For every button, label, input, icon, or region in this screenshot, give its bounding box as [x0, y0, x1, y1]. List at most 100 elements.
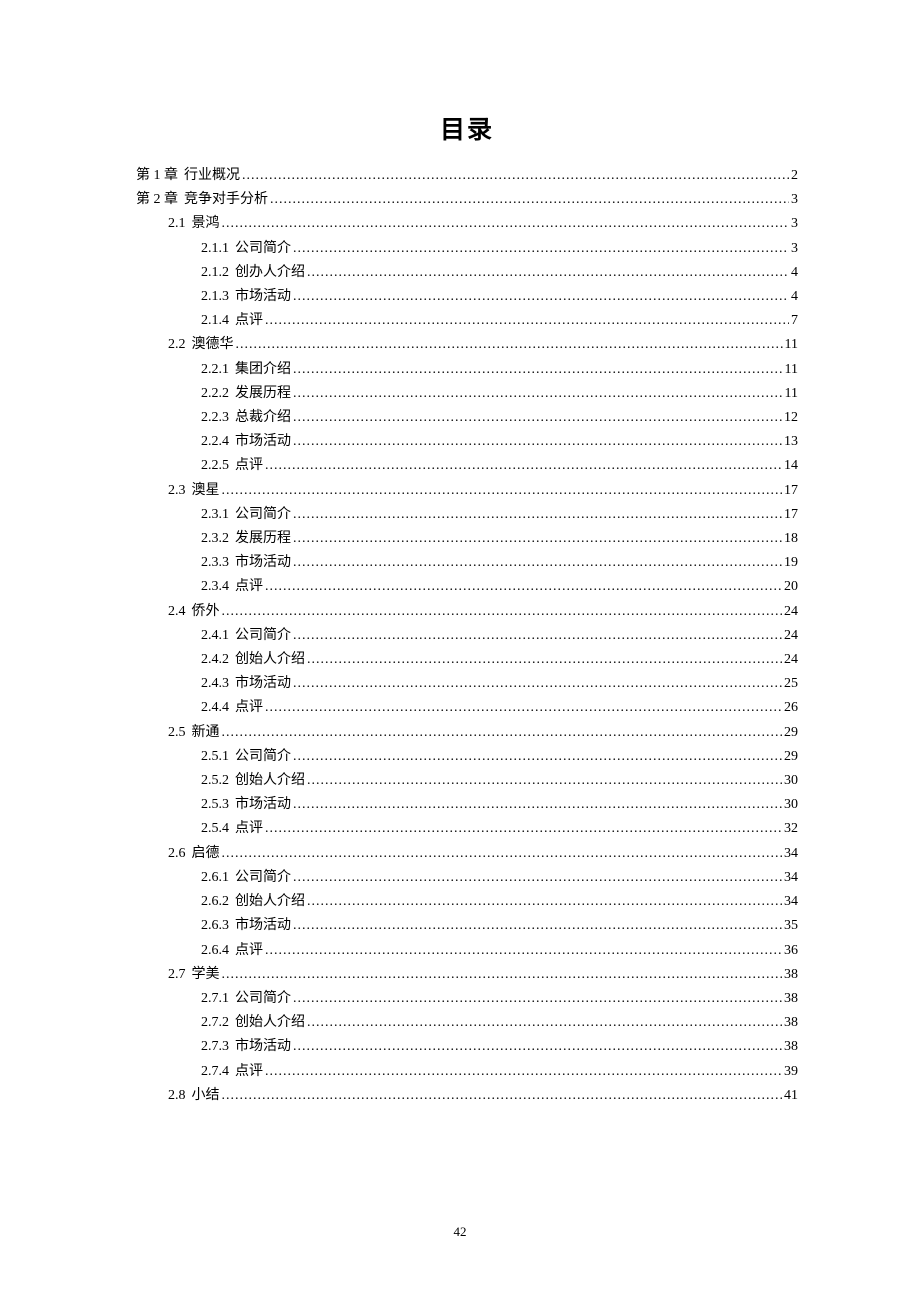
- toc-label: 公司简介: [235, 866, 291, 890]
- toc-label: 澳德华: [192, 333, 234, 357]
- toc-leader-dots: [265, 454, 782, 478]
- toc-page: 11: [785, 333, 798, 357]
- toc-label: 创始人介绍: [235, 769, 305, 793]
- toc-number: 2.5: [168, 721, 186, 745]
- toc-number: 2.2: [168, 333, 186, 357]
- toc-leader-dots: [293, 503, 782, 527]
- toc-label: 行业概况: [184, 164, 240, 188]
- toc-label: 澳星: [192, 479, 220, 503]
- toc-entry[interactable]: 2.1.1公司简介3: [136, 237, 798, 261]
- toc-page: 30: [784, 793, 798, 817]
- toc-leader-dots: [293, 793, 782, 817]
- toc-number: 2.5.1: [201, 745, 229, 769]
- toc-page: 3: [791, 237, 798, 261]
- toc-leader-dots: [293, 987, 782, 1011]
- toc-label: 市场活动: [235, 1035, 291, 1059]
- toc-leader-dots: [222, 842, 783, 866]
- toc-page: 32: [784, 817, 798, 841]
- toc-leader-dots: [270, 188, 789, 212]
- toc-entry[interactable]: 2.7.3市场活动38: [136, 1035, 798, 1059]
- toc-entry[interactable]: 2.4.4点评26: [136, 696, 798, 720]
- toc-leader-dots: [293, 285, 789, 309]
- toc-leader-dots: [293, 406, 782, 430]
- toc-page: 30: [784, 769, 798, 793]
- toc-leader-dots: [222, 212, 790, 236]
- toc-number: 2.1: [168, 212, 186, 236]
- toc-entry[interactable]: 2.4.1公司简介24: [136, 624, 798, 648]
- toc-number: 2.1.1: [201, 237, 229, 261]
- toc-entry[interactable]: 2.3.3市场活动19: [136, 551, 798, 575]
- toc-label: 点评: [235, 817, 263, 841]
- toc-entry[interactable]: 2.3.1公司简介17: [136, 503, 798, 527]
- toc-number: 2.2.1: [201, 358, 229, 382]
- toc-entry[interactable]: 第 2 章竞争对手分析3: [136, 188, 798, 212]
- toc-page: 19: [784, 551, 798, 575]
- toc-entry[interactable]: 2.7.2创始人介绍38: [136, 1011, 798, 1035]
- toc-leader-dots: [293, 914, 782, 938]
- toc-number: 2.7.3: [201, 1035, 229, 1059]
- toc-entry[interactable]: 2.2.4市场活动13: [136, 430, 798, 454]
- toc-number: 2.4.2: [201, 648, 229, 672]
- toc-number: 第 1 章: [136, 164, 178, 188]
- toc-entry[interactable]: 2.1.4点评7: [136, 309, 798, 333]
- toc-number: 2.5.3: [201, 793, 229, 817]
- toc-leader-dots: [265, 309, 789, 333]
- toc-number: 2.6: [168, 842, 186, 866]
- toc-label: 集团介绍: [235, 358, 291, 382]
- toc-label: 侨外: [192, 600, 220, 624]
- toc-entry[interactable]: 2.2.1集团介绍11: [136, 358, 798, 382]
- toc-label: 点评: [235, 575, 263, 599]
- toc-entry[interactable]: 2.1景鸿3: [136, 212, 798, 236]
- toc-entry[interactable]: 2.3.4点评20: [136, 575, 798, 599]
- toc-entry[interactable]: 2.5新通29: [136, 721, 798, 745]
- toc-entry[interactable]: 2.7.4点评39: [136, 1060, 798, 1084]
- toc-leader-dots: [293, 551, 782, 575]
- toc-page: 14: [784, 454, 798, 478]
- toc-entry[interactable]: 2.2.2发展历程11: [136, 382, 798, 406]
- toc-entry[interactable]: 2.2.5点评14: [136, 454, 798, 478]
- toc-leader-dots: [222, 1084, 783, 1108]
- toc-entry[interactable]: 2.1.2创办人介绍4: [136, 261, 798, 285]
- toc-number: 2.2.5: [201, 454, 229, 478]
- toc-page: 29: [784, 721, 798, 745]
- toc-entry[interactable]: 2.3澳星17: [136, 479, 798, 503]
- toc-entry[interactable]: 2.6.2创始人介绍34: [136, 890, 798, 914]
- toc-label: 点评: [235, 309, 263, 333]
- toc-label: 小结: [192, 1084, 220, 1108]
- toc-label: 公司简介: [235, 624, 291, 648]
- toc-entry[interactable]: 2.5.4点评32: [136, 817, 798, 841]
- toc-number: 2.4: [168, 600, 186, 624]
- toc-leader-dots: [293, 866, 782, 890]
- toc-number: 2.7: [168, 963, 186, 987]
- toc-entry[interactable]: 2.3.2发展历程18: [136, 527, 798, 551]
- toc-entry[interactable]: 2.6.4点评36: [136, 939, 798, 963]
- toc-page: 38: [784, 1011, 798, 1035]
- toc-entry[interactable]: 2.6.1公司简介34: [136, 866, 798, 890]
- toc-entry[interactable]: 2.5.2创始人介绍30: [136, 769, 798, 793]
- toc-number: 2.3.3: [201, 551, 229, 575]
- toc-entry[interactable]: 2.6.3市场活动35: [136, 914, 798, 938]
- toc-entry[interactable]: 2.7.1公司简介38: [136, 987, 798, 1011]
- toc-label: 景鸿: [192, 212, 220, 236]
- toc-page: 13: [784, 430, 798, 454]
- toc-entry[interactable]: 2.4.3市场活动25: [136, 672, 798, 696]
- toc-entry[interactable]: 2.1.3市场活动4: [136, 285, 798, 309]
- toc-entry[interactable]: 2.5.3市场活动30: [136, 793, 798, 817]
- toc-entry[interactable]: 2.4侨外24: [136, 600, 798, 624]
- toc-leader-dots: [307, 648, 782, 672]
- toc-label: 市场活动: [235, 285, 291, 309]
- toc-leader-dots: [293, 382, 783, 406]
- toc-entry[interactable]: 第 1 章行业概况2: [136, 164, 798, 188]
- toc-number: 2.4.4: [201, 696, 229, 720]
- toc-entry[interactable]: 2.4.2创始人介绍24: [136, 648, 798, 672]
- toc-entry[interactable]: 2.2.3总裁介绍12: [136, 406, 798, 430]
- toc-entry[interactable]: 2.7学美38: [136, 963, 798, 987]
- toc-leader-dots: [307, 769, 782, 793]
- toc-entry[interactable]: 2.6启德34: [136, 842, 798, 866]
- toc-label: 公司简介: [235, 987, 291, 1011]
- toc-entry[interactable]: 2.8小结41: [136, 1084, 798, 1108]
- toc-page: 34: [784, 890, 798, 914]
- toc-entry[interactable]: 2.2 澳德华 11: [136, 333, 798, 357]
- toc-entry[interactable]: 2.5.1公司简介29: [136, 745, 798, 769]
- toc-number: 2.3.1: [201, 503, 229, 527]
